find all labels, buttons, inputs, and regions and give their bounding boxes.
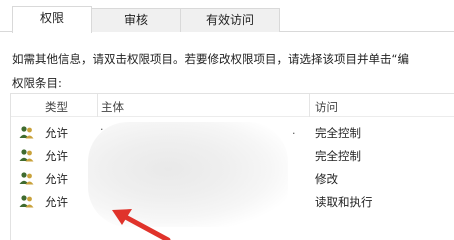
tab-bar: 权限 审核 有效访问 bbox=[0, 0, 454, 33]
tab-effective-access[interactable]: 有效访问 bbox=[180, 8, 280, 32]
users-icon bbox=[19, 126, 34, 139]
users-icon bbox=[19, 149, 34, 162]
column-header-type[interactable]: 类型 bbox=[45, 99, 68, 115]
redaction-artifact: . bbox=[100, 120, 104, 133]
column-header-access[interactable]: 访问 bbox=[315, 99, 338, 115]
users-icon bbox=[19, 195, 34, 208]
info-text: 如需其他信息，请双击权限项目。若要修改权限项目，请选择该项目并单击“编 bbox=[12, 52, 409, 66]
row-access: 修改 bbox=[315, 172, 338, 186]
tab-permissions[interactable]: 权限 bbox=[12, 6, 92, 33]
permission-entries-label: 权限条目: bbox=[12, 76, 62, 90]
annotation-arrow-icon bbox=[112, 209, 171, 240]
row-type: 允许 bbox=[45, 149, 68, 163]
users-icon bbox=[19, 172, 34, 185]
row-access: 读取和执行 bbox=[315, 195, 373, 209]
list-header: 类型 主体 访问 bbox=[11, 94, 454, 117]
row-access: 完全控制 bbox=[315, 126, 361, 140]
column-divider[interactable] bbox=[97, 94, 98, 117]
row-access: 完全控制 bbox=[315, 149, 361, 163]
row-type: 允许 bbox=[45, 126, 68, 140]
row-type: 允许 bbox=[45, 172, 68, 186]
tab-auditing[interactable]: 审核 bbox=[91, 8, 181, 32]
redaction-artifact: . bbox=[292, 124, 296, 137]
column-header-principal[interactable]: 主体 bbox=[101, 99, 124, 115]
row-type: 允许 bbox=[45, 195, 68, 209]
column-divider[interactable] bbox=[309, 94, 310, 117]
